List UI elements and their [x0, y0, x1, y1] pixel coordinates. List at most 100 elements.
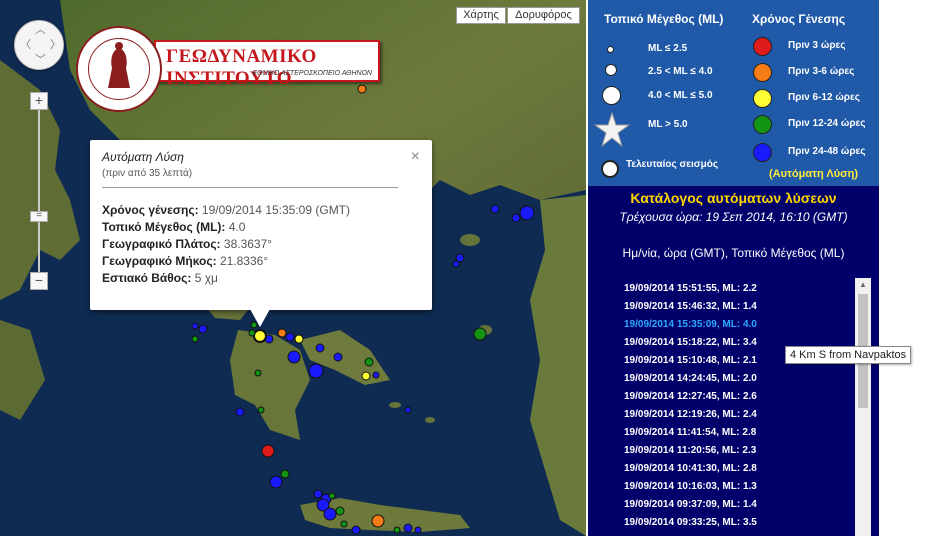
pan-down-icon[interactable]: ﹀ [35, 55, 46, 66]
logo-title: ΓΕΩΔΥΝΑΜΙΚΟ ΙΝΣΤΙΤΟΥΤΟ [166, 46, 317, 89]
catalog-list: 19/09/2014 15:51:55, ML: 2.2 19/09/2014 1… [624, 280, 854, 532]
magnitude-label: 2.5 < ML ≤ 4.0 [648, 66, 713, 77]
zoom-out-button[interactable]: − [30, 272, 48, 290]
legend-age-header: Χρόνος Γένεσης [752, 12, 846, 26]
catalog-column-header: Ημ/νία, ώρα (GMT), Τοπικό Μέγεθος (ML) [622, 246, 845, 260]
catalog-item[interactable]: 19/09/2014 14:24:45, ML: 2.0 [624, 370, 854, 388]
catalog-item[interactable]: 19/09/2014 15:35:09, ML: 4.0 [624, 316, 854, 334]
catalog-item[interactable]: 19/09/2014 11:41:54, ML: 2.8 [624, 424, 854, 442]
quake-marker[interactable] [473, 327, 487, 341]
quake-marker[interactable] [269, 475, 283, 489]
logo-subtitle: ΕΘΝΙΚΟ ΑΣΤΕΡΟΣΚΟΠΕΙΟ ΑΘΗΝΩΝ [252, 70, 372, 77]
quake-marker[interactable] [393, 526, 401, 534]
observatory-seal-icon [76, 26, 162, 112]
map-type-button[interactable]: Χάρτης [456, 7, 506, 24]
zoom-in-button[interactable]: + [30, 92, 48, 110]
age-label: Πριν 6-12 ώρες [788, 92, 860, 103]
automatic-solution-label: (Αυτόματη Λύση) [769, 168, 859, 180]
age-label: Πριν 24-48 ώρες [788, 146, 866, 157]
quake-marker[interactable] [452, 260, 460, 268]
catalog-item[interactable]: 19/09/2014 15:46:32, ML: 1.4 [624, 298, 854, 316]
magnitude-label: 4.0 < ML ≤ 5.0 [648, 90, 713, 101]
zoom-slider-handle[interactable]: = [30, 211, 48, 222]
zoom-slider-track[interactable] [38, 102, 40, 282]
tooltip: 4 Km S from Navpaktos [785, 346, 912, 364]
info-subtitle: (πριν από 35 λεπτά) [102, 168, 193, 179]
catalog-item[interactable]: 19/09/2014 15:51:55, ML: 2.2 [624, 280, 854, 298]
pan-left-icon[interactable]: 〈 [20, 40, 31, 51]
quake-marker[interactable] [372, 371, 380, 379]
map-view[interactable]: Χάρτης Δορυφόρος ︿ ﹀ 〈 〉 + = − ΓΕΩΔΥΝΑΜΙ… [0, 0, 586, 536]
quake-marker[interactable] [287, 350, 301, 364]
event-info-window: × Αυτόματη Λύση (πριν από 35 λεπτά) Χρόν… [90, 140, 432, 327]
quake-marker[interactable] [371, 514, 385, 528]
quake-marker[interactable] [308, 363, 324, 379]
quake-marker[interactable] [198, 324, 208, 334]
catalog-item[interactable]: 19/09/2014 09:33:25, ML: 3.5 [624, 514, 854, 532]
quake-marker[interactable] [277, 328, 287, 338]
latest-quake-marker[interactable] [253, 329, 267, 343]
quake-marker[interactable] [261, 444, 275, 458]
info-window-pointer [250, 309, 270, 327]
pan-control[interactable]: ︿ ﹀ 〈 〉 [14, 20, 64, 70]
catalog-item[interactable]: 19/09/2014 11:20:56, ML: 2.3 [624, 442, 854, 460]
quake-marker[interactable] [340, 520, 348, 528]
catalog-item[interactable]: 19/09/2014 12:27:45, ML: 2.6 [624, 388, 854, 406]
age-color-icon [753, 115, 772, 134]
quake-marker[interactable] [254, 369, 262, 377]
legend: Τοπικό Μέγεθος (ML) Χρόνος Γένεσης ML ≤ … [588, 0, 879, 186]
legend-magnitude-header: Τοπικό Μέγεθος (ML) [604, 12, 724, 26]
magnitude-label: ML > 5.0 [648, 119, 688, 130]
quake-marker[interactable] [364, 357, 374, 367]
age-color-icon [753, 143, 772, 162]
catalog-item[interactable]: 19/09/2014 09:37:09, ML: 1.4 [624, 496, 854, 514]
quake-marker[interactable] [235, 407, 245, 417]
info-title: Αυτόματη Λύση [102, 150, 184, 164]
side-panel: Τοπικό Μέγεθος (ML) Χρόνος Γένεσης ML ≤ … [586, 0, 931, 536]
catalog-scrollbar[interactable]: ▲ [855, 278, 871, 536]
quake-marker[interactable] [404, 406, 412, 414]
quake-marker[interactable] [294, 334, 304, 344]
catalog-item[interactable]: 19/09/2014 10:16:03, ML: 1.3 [624, 478, 854, 496]
catalog-item[interactable]: 19/09/2014 10:41:30, ML: 2.8 [624, 460, 854, 478]
quake-marker[interactable] [351, 525, 361, 535]
info-row-magnitude: Τοπικό Μέγεθος (ML): 4.0 [102, 220, 246, 234]
logo-banner: ΓΕΩΔΥΝΑΜΙΚΟ ΙΝΣΤΙΤΟΥΤΟ ΕΘΝΙΚΟ ΑΣΤΕΡΟΣΚΟΠ… [154, 40, 380, 89]
quake-marker[interactable] [191, 322, 199, 330]
quake-marker[interactable] [403, 523, 413, 533]
age-color-icon [753, 63, 772, 82]
current-time: Τρέχουσα ώρα: 19 Σεπ 2014, 16:10 (GMT) [619, 210, 848, 224]
catalog-item[interactable]: 19/09/2014 12:19:26, ML: 2.4 [624, 406, 854, 424]
quake-marker[interactable] [313, 489, 323, 499]
quake-marker[interactable] [511, 213, 521, 223]
satellite-type-button[interactable]: Δορυφόρος [507, 7, 580, 24]
info-row-origin-time: Χρόνος γένεσης: 19/09/2014 15:35:09 (GMT… [102, 203, 351, 217]
age-label: Πριν 3-6 ώρες [788, 66, 855, 77]
info-row-longitude: Γεωγραφικό Μήκος: 21.8336° [102, 254, 269, 268]
quake-marker[interactable] [257, 406, 265, 414]
pan-up-icon[interactable]: ︿ [35, 25, 46, 36]
quake-marker[interactable] [361, 371, 371, 381]
quake-marker[interactable] [490, 204, 500, 214]
quake-marker[interactable] [335, 506, 345, 516]
quake-marker[interactable] [280, 469, 290, 479]
quake-marker[interactable] [328, 492, 336, 500]
info-row-depth: Εστιακό Βάθος: 5 χμ [102, 271, 218, 285]
magnitude-large-icon [602, 86, 621, 105]
quake-marker[interactable] [414, 526, 422, 534]
scroll-up-icon[interactable]: ▲ [855, 278, 871, 292]
magnitude-medium-icon [605, 64, 617, 76]
institute-logo: ΓΕΩΔΥΝΑΜΙΚΟ ΙΝΣΤΙΤΟΥΤΟ ΕΘΝΙΚΟ ΑΣΤΕΡΟΣΚΟΠ… [76, 26, 384, 112]
pan-right-icon[interactable]: 〉 [50, 40, 61, 51]
close-icon[interactable]: × [411, 148, 420, 166]
quake-marker[interactable] [248, 329, 256, 337]
quake-marker[interactable] [323, 507, 337, 521]
age-color-icon [753, 37, 772, 56]
quake-marker[interactable] [333, 352, 343, 362]
quake-marker[interactable] [285, 332, 295, 342]
age-color-icon [753, 89, 772, 108]
quake-marker[interactable] [519, 205, 535, 221]
magnitude-small-icon [607, 46, 614, 53]
quake-marker[interactable] [315, 343, 325, 353]
quake-marker[interactable] [191, 335, 199, 343]
